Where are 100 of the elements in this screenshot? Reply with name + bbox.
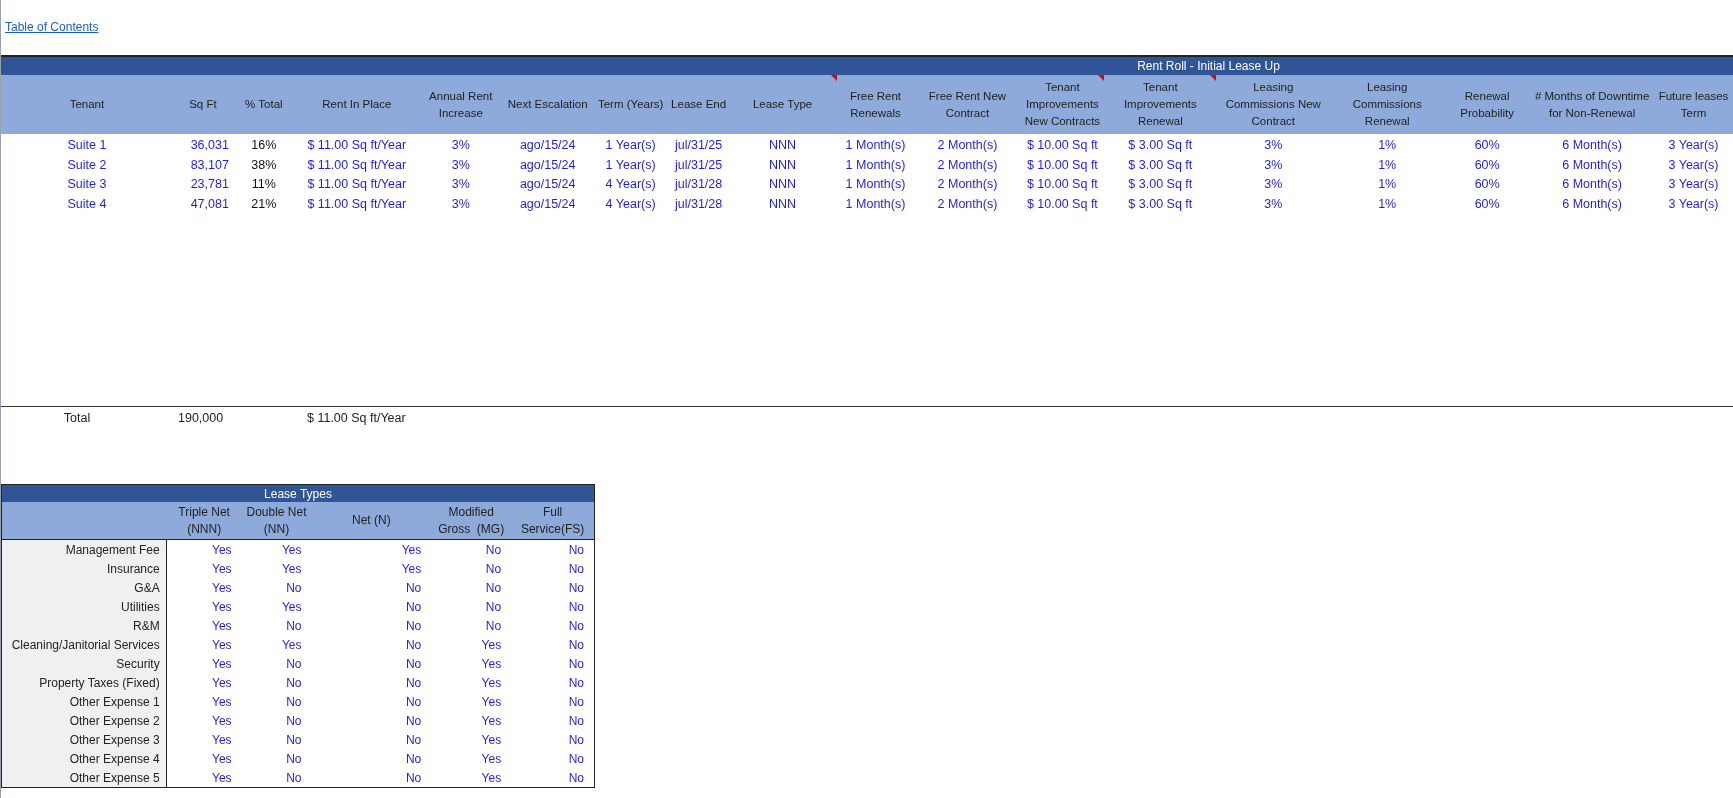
table-cell: Suite 2 [67,157,107,172]
row-label: Other Expense 2 [69,712,160,730]
table-cell: 1% [1378,196,1397,211]
table-cell: ago/15/24 [519,196,576,211]
table-cell: 3% [451,196,470,211]
table-cell: No [405,770,422,785]
table-cell: Yes [212,561,232,576]
column-header: Leasing Commissions New Contract [1224,80,1322,129]
table-cell: NNN [769,177,797,192]
table-cell: jul/31/28 [674,177,723,192]
table-cell: Yes [481,732,502,747]
row-label: Utilities [121,598,160,616]
table-cell: $ 11.00 Sq ft/Year [307,177,407,192]
row-label: Management Fee [65,541,160,559]
table-cell: No [485,599,502,614]
table-cell: Yes [481,713,502,728]
column-header: Rent In Place [321,97,393,112]
column-header: Renewal Probability [1459,88,1515,121]
table-cell: $ 10.00 Sq ft [1026,138,1098,153]
table-cell: No [405,618,422,633]
table-cell: No [286,751,302,766]
table-of-contents-link[interactable]: Table of Contents [5,20,99,34]
table-cell: $ 10.00 Sq ft [1026,177,1098,192]
table-cell: No [405,599,422,614]
table-cell: No [568,751,584,766]
table-cell: Yes [212,675,232,690]
table-cell: No [405,637,422,652]
table-cell: 23,781 [190,177,229,192]
table-cell: Yes [401,561,422,576]
table-cell: $ 3.00 Sq ft [1128,177,1193,192]
table-cell: Yes [212,656,232,671]
table-cell: $ 10.00 Sq ft [1026,196,1098,211]
table-cell: Yes [212,732,232,747]
column-header: Leasing Commissions Renewal [1351,80,1423,129]
table-cell: No [568,713,584,728]
table-cell: Suite 1 [67,138,107,153]
table-cell: 60% [1474,157,1500,172]
table-cell: 3% [1264,157,1283,172]
table-cell: 1% [1378,177,1397,192]
table-cell: jul/31/25 [674,157,723,172]
column-header: Free Rent Renewals [848,88,903,121]
table-cell: $ 11.00 Sq ft/Year [307,138,407,153]
table-cell: Yes [212,637,232,652]
table-cell: No [286,770,302,785]
table-cell: No [286,656,302,671]
column-header: Sq Ft [188,97,218,112]
table-cell: No [405,751,422,766]
table-cell: 83,107 [190,157,229,172]
table-cell: 3 Year(s) [1668,138,1719,153]
table-cell: 3 Year(s) [1668,177,1719,192]
table-cell: No [568,542,584,557]
table-cell: Yes [212,542,232,557]
table-cell: No [568,599,584,614]
table-cell: No [286,694,302,709]
table-cell: No [568,656,584,671]
table-cell: 3 Year(s) [1668,157,1719,172]
table-cell: NNN [769,138,797,153]
table-cell: 6 Month(s) [1562,196,1622,211]
table-cell: 38% [251,157,277,172]
table-cell: Yes [281,599,302,614]
table-cell: $ 3.00 Sq ft [1128,138,1193,153]
table-cell: 3% [451,177,470,192]
table-cell: 3% [1264,196,1283,211]
row-label: Property Taxes (Fixed) [39,674,160,692]
table-cell: ago/15/24 [519,138,576,153]
table-cell: 4 Year(s) [605,177,656,192]
table-cell: NNN [769,157,797,172]
table-cell: No [568,618,584,633]
row-label: Other Expense 1 [69,693,160,711]
table-cell: No [485,618,502,633]
table-cell: No [568,561,584,576]
column-header: Full Service(FS) [519,503,586,538]
table-cell: No [568,694,584,709]
table-cell: 1 Month(s) [845,157,906,172]
row-label: Other Expense 4 [69,750,160,768]
row-label: Security [116,655,160,673]
table-cell: Yes [481,637,502,652]
column-header: Annual Rent Increase [428,88,494,121]
table-cell: Yes [481,694,502,709]
table-cell: 3% [1264,177,1283,192]
table-cell: 2 Month(s) [937,196,998,211]
table-cell: No [286,618,302,633]
row-label: Other Expense 3 [69,731,160,749]
table-cell: 1 Month(s) [845,196,906,211]
column-header: Double Net (NN) [245,503,308,538]
table-cell: No [286,580,302,595]
table-cell: 3% [451,157,470,172]
table-cell: 6 Month(s) [1562,157,1622,172]
table-cell: Yes [481,770,502,785]
table-cell: Suite 3 [67,177,107,192]
table-cell: No [568,732,584,747]
column-header: Tenant Improvements Renewal [1122,80,1198,129]
table-cell: 16% [251,138,277,153]
table-cell: 1% [1378,157,1397,172]
table-cell: 60% [1474,177,1500,192]
column-header: Net (N) [352,512,391,529]
table-cell: ago/15/24 [519,157,576,172]
table-cell: 1 Year(s) [605,157,656,172]
row-label: G&A [134,579,160,597]
table-cell: Yes [212,713,232,728]
